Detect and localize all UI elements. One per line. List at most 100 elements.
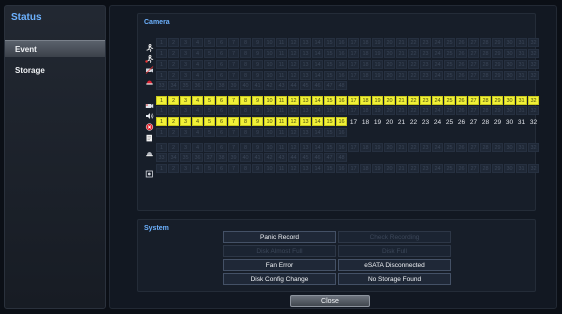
camera-channel-cell: 13 (300, 164, 311, 173)
camera-channel-cell: 5 (204, 106, 215, 115)
camera-channel-cell: 18 (360, 164, 371, 173)
close-button[interactable]: Close (290, 295, 370, 307)
camera-channel-cell: 7 (228, 96, 239, 105)
camera-channel-cell: 2 (168, 49, 179, 58)
camera-channel-cell: 28 (480, 96, 491, 105)
camera-channel-cell: 20 (384, 38, 395, 47)
camera-channel-cell: 23 (420, 60, 431, 69)
camera-channel-cell: 33 (156, 153, 167, 162)
camera-channel-cell: 26 (456, 60, 467, 69)
camera-channel-cell: 37 (204, 81, 215, 90)
camera-row: 1 2 3 4 5 6 7 8 9 10 11 12 13 14 15 16 17 18 19 20 21 22 23 24 2… (156, 38, 539, 47)
camera-channel-cell: 25 (444, 38, 455, 47)
camera-channel-cell: 2 (168, 71, 179, 80)
camera-channel-cell: 15 (324, 143, 335, 152)
camera-channel-cell: 34 (168, 81, 179, 90)
camera-channel-cell: 4 (192, 60, 203, 69)
camera-channel-cell: 18 (360, 71, 371, 80)
system-status-disk-full: Disk Full (338, 245, 451, 257)
camera-channel-cell: 14 (312, 49, 323, 58)
camera-channel-cell: 32 (528, 60, 539, 69)
camera-channel-cell: 29 (492, 38, 503, 47)
camera-channel-cell: 19 (372, 60, 383, 69)
camera-channel-cell: 14 (312, 106, 323, 115)
camera-channel-cell: 21 (396, 143, 407, 152)
camera-channel-cell: 4 (192, 106, 203, 115)
system-status-disk-almost-full: Disk Almost Full (223, 245, 336, 257)
camera-channel-cell: 41 (252, 81, 263, 90)
camera-channel-cell: 6 (216, 49, 227, 58)
camera-channel-cell: 3 (180, 38, 191, 47)
camera-channel-cell: 2 (168, 164, 179, 173)
camera-channel-cell: 23 (420, 96, 431, 105)
camera-channel-cell: 16 (336, 49, 347, 58)
camera-channel-cell: 15 (324, 106, 335, 115)
camera-channel-cell: 8 (240, 60, 251, 69)
camera-channel-cell: 3 (180, 71, 191, 80)
camera-channel-cell: 23 (421, 119, 430, 126)
camera-channel-cell: 30 (504, 143, 515, 152)
camera-channel-cell: 22 (408, 60, 419, 69)
sidebar-item-storage[interactable]: Storage (5, 62, 105, 79)
camera-channel-cell: 12 (288, 71, 299, 80)
network-out-icon (145, 165, 154, 178)
camera-channel-cell: 29 (492, 143, 503, 152)
camera-channel-cell: 25 (444, 49, 455, 58)
camera-channel-cell: 41 (252, 153, 263, 162)
camera-channel-cell: 30 (505, 119, 514, 126)
camera-channel-cell: 14 (312, 117, 323, 126)
camera-channel-cell: 6 (216, 60, 227, 69)
sidebar: Status Event Storage (4, 5, 106, 309)
camera-channel-cell: 11 (276, 106, 287, 115)
camera-channel-cell: 22 (408, 96, 419, 105)
camera-channel-cell: 3 (180, 143, 191, 152)
camera-channel-cell: 1 (156, 128, 167, 137)
camera-channel-cell: 21 (397, 119, 406, 126)
camera-channel-cell: 30 (504, 164, 515, 173)
camera-channel-cell: 20 (384, 143, 395, 152)
camera-channel-cell: 29 (492, 96, 503, 105)
camera-channel-cell: 4 (192, 38, 203, 47)
camera-channel-cell: 17 (348, 38, 359, 47)
camera-row: 1 2 3 4 5 6 7 8 9 10 11 12 13 14 15 16 17 18 19 20 21 22 23 24 2… (156, 143, 539, 152)
camera-channel-cell: 21 (396, 71, 407, 80)
camera-channel-cell: 9 (252, 117, 263, 126)
camera-channel-cell: 15 (324, 117, 335, 126)
camera-channel-cell: 13 (300, 60, 311, 69)
camera-channel-cell: 43 (276, 81, 287, 90)
sidebar-item-event[interactable]: Event (5, 40, 105, 57)
camera-channel-cell: 21 (396, 38, 407, 47)
camera-channel-cell: 4 (192, 96, 203, 105)
camera-channel-cell: 15 (324, 49, 335, 58)
camera-channel-cell: 35 (180, 153, 191, 162)
camera-channel-cell: 12 (288, 106, 299, 115)
camera-channel-cell: 40 (240, 153, 251, 162)
camera-channel-cell: 46 (312, 153, 323, 162)
camera-channel-cell: 5 (204, 60, 215, 69)
camera-channel-cell: 28 (480, 164, 491, 173)
camera-channel-cell: 17 (348, 49, 359, 58)
camera-channel-cell: 5 (204, 117, 215, 126)
camera-panel: Camera 1 2 3 4 5 6 7 8 9 10 11 12 13 14 15 16 17 18 19 20 21… (137, 13, 539, 211)
camera-channel-cell: 31 (517, 119, 526, 126)
camera-channel-cell: 27 (469, 119, 478, 126)
camera-channel-cell: 9 (252, 128, 263, 137)
camera-channel-cell: 17 (348, 164, 359, 173)
camera-channel-cell: 12 (288, 143, 299, 152)
camera-channel-cell: 18 (360, 60, 371, 69)
camera-channel-cell: 12 (288, 117, 299, 126)
camera-channel-cell: 23 (420, 71, 431, 80)
camera-channel-cell: 45 (300, 153, 311, 162)
camera-channel-cell: 32 (529, 119, 538, 126)
camera-channel-cell: 25 (444, 71, 455, 80)
camera-channel-cell: 12 (288, 128, 299, 137)
camera-channel-cell: 6 (216, 71, 227, 80)
camera-channel-cell: 9 (252, 49, 263, 58)
camera-channel-cell: 18 (360, 49, 371, 58)
camera-channel-cell: 19 (372, 49, 383, 58)
camera-channel-cell: 10 (264, 96, 275, 105)
camera-channel-cell: 12 (288, 164, 299, 173)
camera-channel-cell: 7 (228, 143, 239, 152)
camera-channel-cell: 31 (516, 49, 527, 58)
camera-channel-cell: 7 (228, 49, 239, 58)
